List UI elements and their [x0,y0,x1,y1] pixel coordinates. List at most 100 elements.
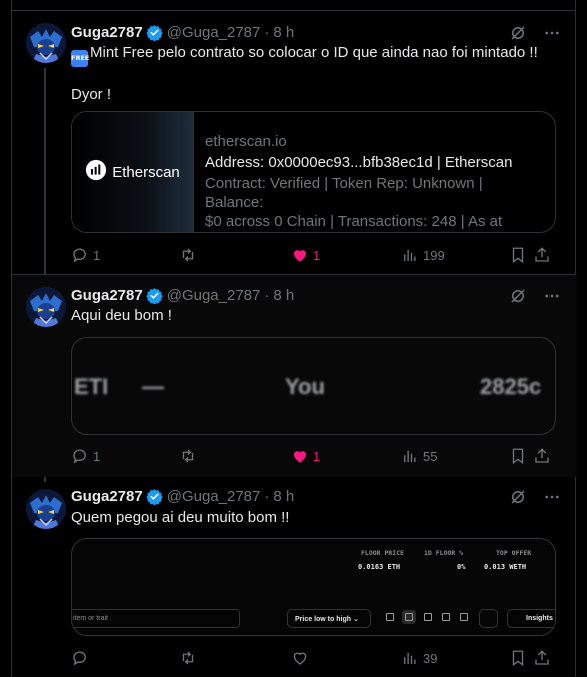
reply-icon [73,651,86,666]
display-name[interactable]: Guga2787 [71,488,143,505]
views-button[interactable]: 55 [401,447,437,465]
media-word: ETI [74,374,109,399]
etherscan-logo-icon [85,159,107,186]
media-search-field: item or trait [72,609,240,628]
heart-icon [294,250,306,262]
views-count: 55 [423,448,438,464]
grid-small-icon [383,610,397,624]
tweet-text: FREEMint Free pelo contrato so colocar o… [71,43,561,105]
views-count: 39 [423,650,438,666]
free-emoji-icon: FREE [71,50,89,67]
display-name[interactable]: Guga2787 [71,24,143,41]
media-image[interactable]: FLOOR PRICE 1D FLOOR % TOP OFFER 0.0163 … [71,538,556,636]
action-bar: 39 [71,648,561,668]
share-icon [535,448,549,463]
handle[interactable]: @Guga_2787 [167,24,261,41]
tweet-text: Aqui deu bom ! [71,307,172,324]
views-button[interactable]: 39 [401,649,437,667]
handle[interactable]: @Guga_2787 [167,287,261,304]
card-thumbnail: Etherscan [72,112,194,232]
table-view-icon [457,610,471,624]
share-button[interactable] [533,649,551,667]
media-image[interactable]: ETI — You 2825c [71,337,556,435]
verified-icon [146,488,163,505]
retweet-icon [182,449,194,463]
action-bar: 1 1 55 [71,446,561,466]
share-button[interactable] [533,447,551,465]
retweet-icon [182,248,194,262]
timestamp[interactable]: 8 h [273,287,294,304]
tweet-text-line: Dyor ! [71,86,112,103]
timestamp[interactable]: 8 h [273,488,294,505]
views-button[interactable]: 199 [401,246,445,264]
bookmark-icon [512,448,524,465]
like-count: 1 [313,448,321,464]
timestamp[interactable]: 8 h [273,24,294,41]
views-icon [404,652,416,664]
verified-icon [146,24,163,41]
card-domain: etherscan.io [205,133,287,150]
bookmark-button[interactable] [509,246,527,264]
heart-outline-icon [293,652,307,665]
bookmark-button[interactable] [509,447,527,465]
retweet-icon [182,651,194,665]
handle[interactable]: @Guga_2787 [167,488,261,505]
floor-change-label: 1D FLOOR % [424,549,464,557]
dot-separator: · [264,24,270,41]
list-view-icon [439,610,453,624]
like-button[interactable]: 1 [291,246,320,264]
views-icon [404,450,416,462]
retweet-button[interactable] [179,447,197,465]
settings-gear-icon [479,609,498,628]
avatar[interactable] [26,23,66,63]
floor-change-value: 0% [457,563,466,571]
verified-icon [146,287,163,304]
card-brand: Etherscan [112,163,180,181]
avatar[interactable] [26,489,66,529]
share-icon [535,650,549,665]
views-icon [404,249,416,261]
views-count: 199 [423,247,445,263]
reply-button[interactable] [71,649,89,667]
bookmark-icon [512,247,524,264]
media-word: — [142,374,164,399]
reply-icon [73,248,86,263]
like-button[interactable]: 1 [291,447,320,465]
share-button[interactable] [533,246,551,264]
reply-count: 1 [93,247,101,263]
tweet-1[interactable]: Guga2787 @Guga_2787 · 8 h FREEMint Free … [12,11,577,274]
media-sort-dropdown: Price low to high ⌄ [287,609,371,628]
tweet-header: Guga2787 @Guga_2787 · 8 h [71,287,294,304]
top-offer-label: TOP OFFER [496,549,532,557]
retweet-button[interactable] [179,246,197,264]
tweet-text-line: FREEMint Free pelo contrato so colocar o… [71,43,561,67]
card-body: etherscan.io Address: 0x0000ec93...bfb38… [205,132,545,232]
bookmark-button[interactable] [509,649,527,667]
grid-large-icon [421,610,435,624]
tweet-2[interactable]: Guga2787 @Guga_2787 · 8 h Aqui deu bom !… [12,275,577,477]
display-name[interactable]: Guga2787 [71,287,143,304]
dot-separator: · [264,488,270,505]
link-preview-card[interactable]: Etherscan etherscan.io Address: 0x0000ec… [71,111,556,233]
tweet-3[interactable]: Guga2787 @Guga_2787 · 8 h Quem pegou ai … [12,477,577,677]
reply-button[interactable]: 1 [71,246,100,264]
card-title: Address: 0x0000ec93...bfb38ec1d | Ethers… [205,154,513,171]
timeline: Guga2787 @Guga_2787 · 8 h FREEMint Free … [11,0,577,677]
card-description: Contract: Verified | Token Rep: Unknown … [205,175,503,230]
tweet-text: Quem pegou ai deu muito bom !! [71,509,290,526]
heart-icon [294,451,306,463]
action-bar: 1 1 199 [71,245,561,265]
media-word: 2825c [480,374,542,399]
share-icon [535,247,549,262]
reply-button[interactable]: 1 [71,447,100,465]
reply-count: 1 [93,448,101,464]
like-button[interactable] [291,649,309,667]
reply-icon [73,449,86,464]
floor-price-label: FLOOR PRICE [361,549,405,557]
grid-medium-icon [402,610,416,624]
retweet-button[interactable] [179,649,197,667]
insights-button: Insights [507,609,555,628]
top-offer-value: 0.013 WETH [484,563,527,571]
avatar[interactable] [26,287,66,327]
bookmark-icon [512,650,524,667]
